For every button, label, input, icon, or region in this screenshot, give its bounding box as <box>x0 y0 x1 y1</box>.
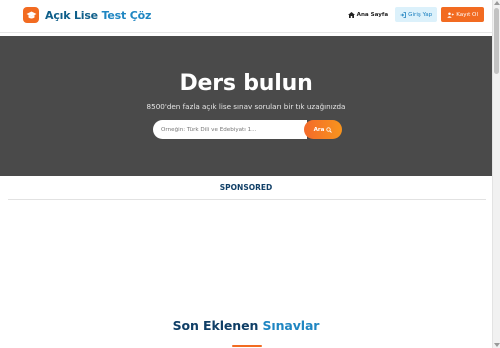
scroll-down-arrow-icon[interactable] <box>494 343 500 347</box>
nav-home-link[interactable]: Ana Sayfa <box>344 7 393 22</box>
user-plus-icon <box>447 12 454 18</box>
sponsored-label: SPONSORED <box>219 183 273 192</box>
main-nav: Ana Sayfa Giriş Yap Kayıt Ol <box>344 7 484 22</box>
section-title: Son Eklenen Sınavlar <box>0 318 492 333</box>
search-button-label: Ara <box>313 126 325 133</box>
scrollbar-thumb[interactable] <box>494 8 499 74</box>
section-title-underline <box>232 345 262 347</box>
logo-text-primary: Açık Lise <box>45 8 98 22</box>
sign-in-icon <box>400 11 407 18</box>
nav-home-label: Ana Sayfa <box>356 11 389 18</box>
page-scrollbar[interactable] <box>492 0 500 348</box>
logo-text: Açık Lise Test Çöz <box>45 9 151 22</box>
hero-section: Ders bulun 8500'den fazla açık lise sına… <box>0 36 492 176</box>
search-input[interactable] <box>153 120 307 139</box>
search-icon <box>326 126 333 133</box>
home-icon <box>347 11 355 18</box>
register-label: Kayıt Ol <box>456 11 478 18</box>
login-label: Giriş Yap <box>408 11 433 18</box>
login-button[interactable]: Giriş Yap <box>395 7 438 22</box>
site-logo[interactable]: Açık Lise Test Çöz <box>23 7 151 23</box>
hero-title: Ders bulun <box>179 71 313 96</box>
section-title-primary: Son Eklenen <box>172 318 259 333</box>
scroll-up-arrow-icon[interactable] <box>494 1 500 5</box>
graduation-cap-icon <box>23 7 39 23</box>
register-button[interactable]: Kayıt Ol <box>441 7 484 22</box>
page: Açık Lise Test Çöz Ana Sayfa Giriş Yap K… <box>0 0 500 348</box>
search-form: Ara <box>153 120 342 139</box>
sponsored-divider <box>8 199 486 200</box>
site-header: Açık Lise Test Çöz Ana Sayfa Giriş Yap K… <box>0 0 492 33</box>
search-button[interactable]: Ara <box>304 120 342 139</box>
section-title-accent: Sınavlar <box>262 318 320 333</box>
hero-subtitle: 8500'den fazla açık lise sınav soruları … <box>146 102 346 111</box>
logo-text-accent: Test Çöz <box>101 8 152 22</box>
